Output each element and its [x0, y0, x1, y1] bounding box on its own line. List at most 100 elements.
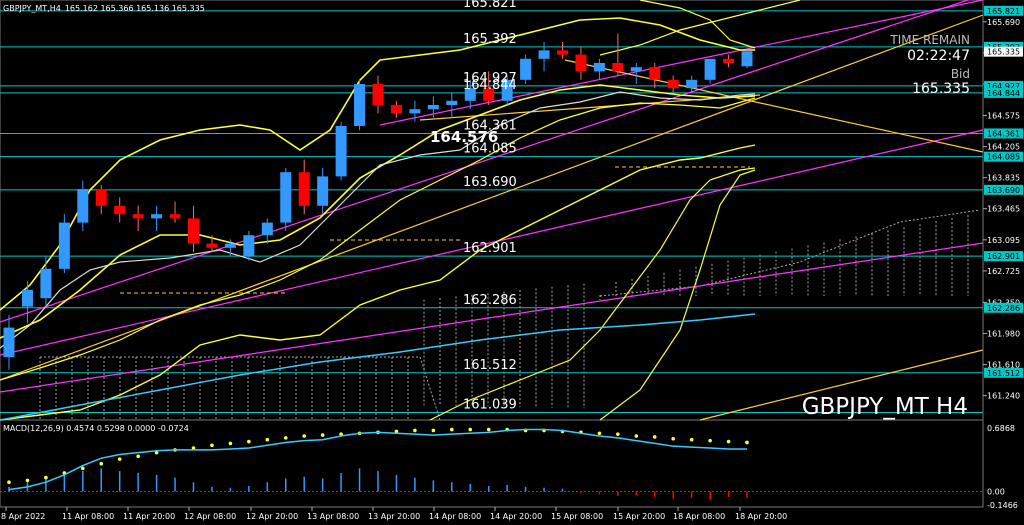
time-label: 15 Apr 20:00	[613, 512, 665, 521]
macd-signal-dot	[265, 437, 270, 442]
candle-body[interactable]	[649, 67, 661, 80]
candle-body[interactable]	[114, 205, 126, 215]
macd-signal-dot	[431, 428, 436, 433]
macd-signal-dot	[486, 427, 491, 432]
macd-signal-dot	[228, 441, 233, 446]
candle-body[interactable]	[95, 189, 107, 206]
candle-body[interactable]	[317, 176, 329, 206]
time-label: 18 Apr 08:00	[673, 512, 725, 521]
current-price-label: 165.335	[987, 48, 1020, 57]
bid-label: Bid	[951, 67, 970, 81]
candle-body[interactable]	[593, 63, 605, 72]
candle-body[interactable]	[520, 58, 532, 80]
axis-tick-label: 163.095	[987, 236, 1020, 245]
macd-axis-label: 0.00	[987, 487, 1005, 496]
axis-level-label: 164.085	[987, 153, 1020, 162]
macd-signal-dot	[616, 432, 620, 436]
level-label: 162.901	[463, 241, 517, 256]
level-label: 165.821	[463, 0, 517, 11]
macd-signal-dot	[689, 437, 694, 442]
price-badge: 164.576	[430, 128, 498, 146]
candle-body[interactable]	[58, 222, 70, 269]
candle-body[interactable]	[390, 105, 402, 114]
time-label: 14 Apr 08:00	[429, 512, 481, 521]
time-label: 12 Apr 20:00	[246, 512, 298, 521]
macd-signal-dot	[597, 431, 602, 436]
time-label: 15 Apr 08:00	[551, 512, 603, 521]
axis-tick-label: 163.835	[987, 174, 1020, 183]
macd-signal-dot	[450, 427, 454, 432]
candle-body[interactable]	[298, 172, 310, 206]
candle-body[interactable]	[427, 105, 439, 110]
candle-body[interactable]	[741, 51, 753, 67]
macd-signal-dot	[283, 436, 288, 440]
trading-chart[interactable]: 165.821165.392164.927164.844164.361164.0…	[0, 0, 1024, 525]
candle-body[interactable]	[3, 327, 15, 357]
macd-signal-dot	[726, 439, 731, 444]
macd-signal-dot	[708, 438, 712, 443]
symbol-watermark: GBPJPY_MT H4	[802, 394, 968, 420]
macd-signal-dot	[7, 480, 11, 485]
candle-body[interactable]	[575, 54, 587, 72]
candle-body[interactable]	[243, 235, 255, 257]
candle-body[interactable]	[77, 189, 89, 223]
candle-body[interactable]	[667, 79, 679, 89]
candle-body[interactable]	[538, 50, 550, 59]
axis-level-label: 162.286	[987, 304, 1020, 313]
candle-body[interactable]	[206, 243, 218, 248]
candle-body[interactable]	[723, 58, 735, 63]
candle-body[interactable]	[261, 222, 273, 236]
candle-body[interactable]	[409, 109, 421, 114]
macd-axis-label: -0.1466	[987, 501, 1018, 510]
macd-signal-dot	[210, 443, 214, 448]
candle-body[interactable]	[132, 214, 144, 219]
candle-body[interactable]	[704, 58, 716, 80]
time-label: 18 Apr 20:00	[735, 512, 787, 521]
time-label: 13 Apr 20:00	[368, 512, 420, 521]
macd-axis-label: 0.6868	[987, 424, 1015, 433]
axis-level-label: 162.901	[987, 252, 1020, 261]
time-label: 8 Apr 2022	[1, 512, 45, 521]
axis-tick-label: 164.575	[987, 112, 1020, 121]
candle-body[interactable]	[151, 214, 163, 219]
macd-signal-dot	[745, 440, 749, 445]
candle-body[interactable]	[354, 84, 366, 126]
time-remain-value: 02:22:47	[907, 48, 970, 64]
level-label: 162.286	[463, 293, 517, 308]
candle-body[interactable]	[280, 172, 292, 223]
candle-body[interactable]	[335, 126, 347, 177]
axis-tick-label: 164.205	[987, 143, 1020, 152]
macd-signal-dot	[25, 478, 30, 483]
time-label: 11 Apr 08:00	[62, 512, 114, 521]
macd-label: MACD(12,26,9) 0.4574 0.5298 0.0000 -0.07…	[3, 424, 189, 433]
macd-signal-dot	[44, 475, 48, 480]
level-label: 164.844	[463, 78, 517, 93]
candle-body[interactable]	[612, 63, 624, 72]
candle-body[interactable]	[446, 100, 458, 105]
candle-body[interactable]	[630, 67, 642, 72]
macd-signal-dot	[468, 427, 473, 432]
macd-signal-dot	[136, 454, 140, 459]
bid-value: 165.335	[912, 81, 970, 97]
candle-body[interactable]	[372, 84, 384, 105]
candle-body[interactable]	[21, 289, 33, 307]
time-remain-label: TIME REMAIN	[889, 33, 970, 47]
level-label: 163.690	[463, 175, 517, 190]
axis-level-label: 165.821	[987, 7, 1020, 16]
candle-body[interactable]	[188, 218, 199, 244]
candle-body[interactable]	[40, 268, 52, 299]
axis-tick-label: 162.725	[987, 267, 1020, 276]
candle-body[interactable]	[169, 214, 181, 219]
macd-signal-dot	[671, 436, 675, 441]
axis-tick-label: 161.980	[987, 329, 1020, 338]
axis-level-label: 161.512	[987, 369, 1020, 378]
level-label: 161.039	[463, 398, 517, 413]
candle-body[interactable]	[224, 243, 236, 248]
axis-level-label: 163.690	[987, 186, 1020, 195]
macd-signal-dot	[81, 466, 85, 471]
candle-body[interactable]	[686, 79, 698, 89]
candle-body[interactable]	[557, 50, 568, 55]
time-label: 14 Apr 20:00	[490, 512, 542, 521]
axis-level-label: 164.361	[987, 129, 1020, 138]
macd-signal-dot	[247, 439, 251, 444]
